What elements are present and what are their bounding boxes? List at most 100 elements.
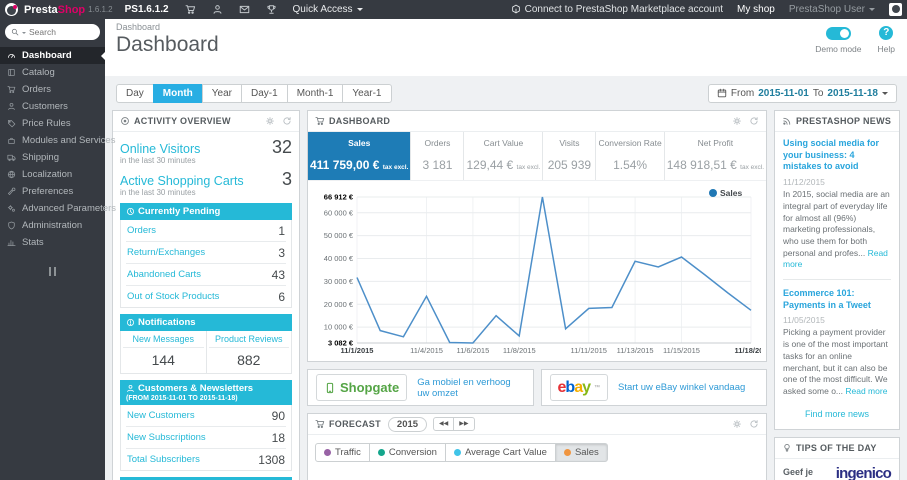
sidebar-item-preferences[interactable]: Preferences	[0, 183, 105, 200]
read-more-link[interactable]: Read more	[783, 248, 888, 270]
activity-icon	[120, 116, 130, 127]
gears-icon	[7, 203, 16, 214]
tab-day[interactable]: Day	[116, 84, 154, 103]
legend-sales[interactable]: Sales	[554, 443, 608, 462]
active-carts-link[interactable]: Active Shopping Carts	[120, 174, 244, 188]
brand-name: PrestaShop	[24, 3, 86, 16]
ebay-ad[interactable]: ebay ™ Start uw eBay winkel vandaag	[540, 369, 767, 406]
ebay-link[interactable]: Start uw eBay winkel vandaag	[618, 382, 745, 393]
notification-new-messages[interactable]: New Messages 144	[121, 331, 207, 373]
tips-panel: Tips of the day ingenico Payment service…	[774, 436, 900, 480]
user-icon[interactable]	[212, 4, 223, 15]
user-menu[interactable]: PrestaShop User	[789, 4, 875, 15]
news-article-title[interactable]: Using social media for your business: 4 …	[783, 138, 891, 173]
search-input[interactable]	[29, 27, 87, 37]
sidebar-item-administration[interactable]: Administration	[0, 217, 105, 234]
ingenico-logo[interactable]: ingenico Payment services	[821, 466, 892, 480]
refresh-icon[interactable]	[749, 115, 759, 127]
tab-year[interactable]: Year	[201, 84, 243, 103]
help-label: Help	[877, 44, 895, 54]
online-visitors-sub: in the last 30 minutes	[120, 156, 196, 165]
gear-icon[interactable]	[732, 418, 742, 430]
tab-day-1[interactable]: Day-1	[241, 84, 288, 103]
quick-access-menu[interactable]: Quick Access	[293, 4, 363, 15]
shopgate-link[interactable]: Ga mobiel en verhoog uw omzet	[417, 377, 524, 399]
search-scope-caret-icon[interactable]	[22, 31, 26, 36]
sidebar-item-customers[interactable]: Customers	[0, 98, 105, 115]
list-item: Abandoned Carts 43	[126, 264, 286, 286]
forecast-next-button[interactable]: ▶▶	[453, 416, 475, 432]
active-carts-value: 3	[281, 169, 292, 189]
metric-link-new-subscriptions[interactable]: New Subscriptions	[127, 432, 206, 443]
sidebar-item-localization[interactable]: Localization	[0, 166, 105, 183]
date-range-picker[interactable]: From 2015-11-01 To 2015-11-18	[707, 84, 897, 103]
kpi-orders[interactable]: Orders 3 181	[411, 132, 465, 180]
dashboard-panel-title: Dashboard	[315, 116, 390, 127]
kpi-net-profit[interactable]: Net Profit 148 918,51 € tax excl.	[665, 132, 766, 180]
gear-icon[interactable]	[265, 115, 275, 127]
legend-traffic[interactable]: Traffic	[315, 443, 370, 462]
refresh-icon[interactable]	[282, 115, 292, 127]
metric-link-new-customers[interactable]: New Customers	[127, 410, 195, 421]
cart-icon[interactable]	[185, 4, 196, 15]
tab-year-1[interactable]: Year-1	[342, 84, 392, 103]
sidebar-item-modules-and-services[interactable]: Modules and Services	[0, 132, 115, 149]
help-icon[interactable]: ?	[879, 26, 894, 40]
marketplace-connect-link[interactable]: Connect to PrestaShop Marketplace accoun…	[511, 4, 723, 15]
currently-pending-section: Currently Pending Orders 1 Return/Exchange…	[120, 203, 292, 308]
clock-icon	[126, 206, 138, 217]
kpi-sales[interactable]: Sales 411 759,00 € tax excl.	[308, 132, 412, 180]
notification-product-reviews[interactable]: Product Reviews 882	[207, 331, 292, 373]
refresh-icon[interactable]	[749, 418, 759, 430]
metric-link-return-exchanges[interactable]: Return/Exchanges	[127, 247, 205, 258]
svg-text:20 000 €: 20 000 €	[324, 300, 354, 309]
chevron-down-icon	[882, 92, 888, 98]
svg-text:11/8/2015: 11/8/2015	[503, 346, 536, 355]
kpi-visits[interactable]: Visits 205 939	[543, 132, 597, 180]
sidebar-item-dashboard[interactable]: Dashboard	[0, 47, 105, 64]
truck-icon	[7, 152, 16, 163]
avatar[interactable]	[889, 3, 902, 16]
sidebar-item-catalog[interactable]: Catalog	[0, 64, 105, 81]
kpi-conversion-rate[interactable]: Conversion Rate 1.54%	[596, 132, 665, 180]
metric-link-out-of-stock-products[interactable]: Out of Stock Products	[127, 291, 219, 302]
forecast-prev-button[interactable]: ◀◀	[433, 416, 455, 432]
legend-dot-icon	[563, 449, 571, 456]
online-visitors-link[interactable]: Online Visitors	[120, 142, 200, 156]
demo-mode-toggle[interactable]	[825, 27, 851, 40]
puzzle-icon	[7, 135, 16, 146]
find-more-news-link[interactable]: Find more news	[783, 409, 891, 419]
kpi-cart-value[interactable]: Cart Value 129,44 € tax excl.	[464, 132, 544, 180]
tag-icon	[7, 118, 16, 129]
my-shop-link[interactable]: My shop	[737, 4, 775, 15]
sidebar-collapse-button[interactable]	[0, 267, 105, 279]
trophy-icon[interactable]	[266, 4, 277, 15]
customers-header: Customers & Newsletters (FROM 2015-11-01 …	[120, 380, 292, 405]
news-article-title[interactable]: Ecommerce 101: Payments in a Tweet	[783, 288, 891, 311]
date-to: 2015-11-18	[827, 88, 878, 99]
sidebar-item-advanced-parameters[interactable]: Advanced Parameters	[0, 200, 116, 217]
metric-value: 1308	[258, 452, 285, 467]
breadcrumb[interactable]: Dashboard	[116, 22, 907, 32]
chevron-down-icon	[356, 8, 363, 14]
sidebar-item-stats[interactable]: Stats	[0, 234, 105, 251]
envelope-icon[interactable]	[239, 4, 250, 15]
tab-month-1[interactable]: Month-1	[286, 84, 344, 103]
metric-link-total-subscribers[interactable]: Total Subscribers	[127, 454, 200, 465]
legend-average-cart-value[interactable]: Average Cart Value	[444, 443, 556, 462]
rss-icon	[782, 116, 792, 127]
tab-month[interactable]: Month	[152, 84, 203, 103]
sidebar-item-price-rules[interactable]: Price Rules	[0, 115, 105, 132]
sidebar-item-shipping[interactable]: Shipping	[0, 149, 105, 166]
shopgate-ad[interactable]: Shopgate Ga mobiel en verhoog uw omzet	[307, 369, 534, 406]
read-more-link[interactable]: Read more	[845, 386, 887, 396]
gear-icon[interactable]	[732, 115, 742, 127]
metric-link-orders[interactable]: Orders	[127, 225, 156, 236]
forecast-year[interactable]: 2015	[387, 416, 428, 432]
sidebar-item-orders[interactable]: Orders	[0, 81, 105, 98]
metric-link-abandoned-carts[interactable]: Abandoned Carts	[127, 269, 201, 280]
sidebar-search[interactable]	[5, 24, 100, 40]
version-label: 1.6.1.2	[88, 5, 113, 14]
legend-conversion[interactable]: Conversion	[368, 443, 446, 462]
metric-value: 6	[278, 289, 285, 304]
